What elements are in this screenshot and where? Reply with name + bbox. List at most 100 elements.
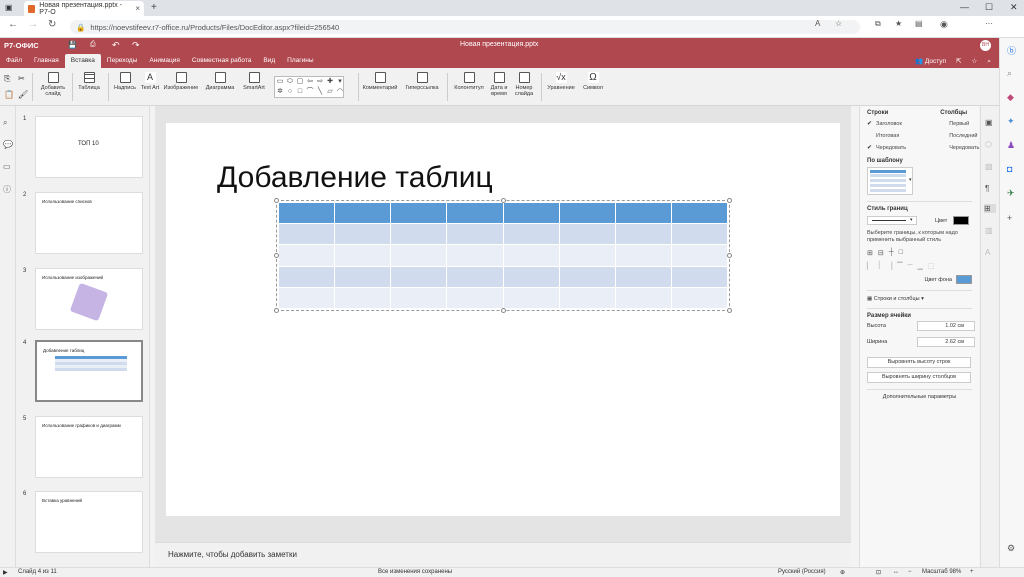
add-icon[interactable]: + — [1007, 213, 1012, 223]
equation-button[interactable]: √x Уравнение — [544, 72, 578, 91]
zoom-out-icon[interactable]: − — [908, 569, 912, 575]
comment-button[interactable]: Комментарий — [360, 72, 400, 91]
resize-handle[interactable] — [727, 198, 732, 203]
tab-actions-icon[interactable]: ▣ — [5, 3, 13, 12]
text-art-button[interactable]: A Text Art — [140, 72, 160, 91]
outlook-icon[interactable]: ◘ — [1007, 164, 1012, 174]
curve-shape-icon[interactable]: ⌒ — [305, 87, 315, 97]
all-borders-icon[interactable]: ⊞ — [867, 249, 873, 257]
minimize-icon[interactable]: — — [960, 2, 969, 12]
shape-settings-icon[interactable]: ⬡ — [985, 140, 992, 149]
rows-columns-dropdown[interactable]: ▦ Строки и столбцы ▾ — [867, 296, 972, 302]
reload-icon[interactable]: ↻ — [48, 19, 56, 30]
square-shape-icon[interactable]: □ — [295, 87, 305, 97]
save-icon[interactable]: 💾 — [68, 41, 77, 49]
rectangle-shape-icon[interactable]: ▭ — [275, 77, 285, 87]
avatar[interactable]: ВН — [980, 40, 991, 51]
resize-handle[interactable] — [727, 253, 732, 258]
gear-shape-icon[interactable]: ✲ — [275, 87, 285, 97]
right-border-icon[interactable]: ▕ — [887, 262, 892, 270]
resize-handle[interactable] — [501, 308, 506, 313]
menu-transitions[interactable]: Переходы — [101, 54, 144, 68]
read-aloud-icon[interactable]: A — [815, 19, 820, 28]
distribute-rows-button[interactable]: Выровнять высоту строк — [867, 357, 971, 368]
more-menu-icon[interactable]: ⋯ — [985, 19, 993, 28]
new-tab-button[interactable]: + — [151, 2, 157, 13]
table-settings-icon[interactable]: ⊞ — [984, 204, 996, 213]
tools-icon[interactable]: ✦ — [1007, 116, 1015, 127]
callout-shape-icon[interactable]: ▱ — [325, 87, 335, 97]
border-color-swatch[interactable] — [953, 216, 970, 225]
rounded-rect-shape-icon[interactable]: ▢ — [295, 77, 305, 87]
table-template-picker[interactable]: ▾ — [867, 167, 913, 195]
line-shape-icon[interactable]: ╲ — [315, 87, 325, 97]
arrow-right-shape-icon[interactable]: ⇨ — [315, 77, 325, 87]
resize-handle[interactable] — [274, 198, 279, 203]
print-icon[interactable]: ⎙ — [90, 41, 96, 49]
play-slideshow-icon[interactable]: ▶ — [3, 569, 8, 576]
close-tab-icon[interactable]: × — [135, 4, 140, 13]
caption-button[interactable]: Надпись — [112, 72, 138, 91]
undo-icon[interactable]: ↶ — [112, 40, 120, 51]
cell-width-input[interactable]: 2.62 см — [917, 337, 975, 347]
menu-plugins[interactable]: Плагины — [281, 54, 319, 68]
maximize-icon[interactable]: ☐ — [985, 2, 993, 13]
slide-thumbnail-3[interactable]: Использование изображений — [35, 268, 143, 330]
format-painter-icon[interactable]: 🖌 — [18, 90, 28, 99]
browser-tab[interactable]: Новая презентация.pptx - Р7-О × — [24, 1, 144, 16]
checkbox-first-column[interactable]: Первый — [940, 119, 979, 128]
resize-handle[interactable] — [274, 253, 279, 258]
left-border-icon[interactable]: ▏ — [867, 262, 872, 270]
checkbox-banded-rows[interactable]: ✔ Чередовать — [867, 143, 906, 152]
paragraph-settings-icon[interactable]: ¶ — [985, 184, 989, 193]
middle-horizontal-border-icon[interactable]: ─ — [908, 262, 913, 270]
slide-thumbnail-6[interactable]: Вставка уравнений — [35, 491, 143, 553]
games-icon[interactable]: ♟ — [1007, 140, 1015, 151]
copilot-icon[interactable]: ⓑ — [1007, 44, 1016, 57]
drop-icon[interactable]: ✈ — [1007, 188, 1015, 199]
info-icon[interactable]: ⓘ — [3, 184, 11, 195]
url-field[interactable]: 🔒 https://noevstifeev.r7-office.ru/Produ… — [70, 20, 860, 34]
fit-width-icon[interactable]: ↔ — [893, 569, 899, 575]
menu-view[interactable]: Вид — [257, 54, 281, 68]
open-location-icon[interactable]: ⇱ — [956, 55, 961, 68]
add-slide-button[interactable]: Добавить слайд — [36, 72, 70, 97]
arc-shape-icon[interactable]: ◠ — [335, 87, 345, 97]
chat-icon[interactable]: ▭ — [3, 162, 11, 171]
redo-icon[interactable]: ↷ — [132, 40, 140, 51]
cross-shape-icon[interactable]: ✚ — [325, 77, 335, 87]
circle-shape-icon[interactable]: ○ — [285, 87, 295, 97]
bg-color-swatch[interactable] — [956, 275, 972, 284]
resize-handle[interactable] — [274, 308, 279, 313]
center-vertical-border-icon[interactable]: │ — [877, 262, 881, 270]
favorites-icon[interactable]: ★ — [895, 19, 902, 28]
collections-icon[interactable]: ▤ — [915, 19, 923, 28]
hyperlink-button[interactable]: Гиперссылка — [402, 72, 442, 91]
smartart-button[interactable]: SmartArt — [239, 72, 269, 91]
header-footer-button[interactable]: Колонтитул — [451, 72, 487, 91]
image-settings-icon[interactable]: ▨ — [985, 162, 993, 171]
menu-animation[interactable]: Анимация — [143, 54, 186, 68]
symbol-button[interactable]: Ω Символ — [580, 72, 606, 91]
arrow-left-shape-icon[interactable]: ⇦ — [305, 77, 315, 87]
forward-icon[interactable]: → — [28, 19, 38, 30]
checkbox-header-row[interactable]: ✔ Заголовок — [867, 119, 906, 128]
ellipse-shape-icon[interactable]: ⬭ — [285, 77, 295, 87]
settings-icon[interactable]: ⚙ — [1007, 543, 1015, 554]
cut-icon[interactable]: ✂ — [18, 74, 25, 83]
menu-insert[interactable]: Вставка — [64, 54, 101, 68]
resize-handle[interactable] — [501, 198, 506, 203]
checkbox-total-row[interactable]: Итоговая — [867, 131, 906, 140]
close-window-icon[interactable]: ✕ — [1010, 2, 1018, 13]
search-icon[interactable]: ⌕ — [3, 118, 7, 128]
top-border-icon[interactable]: ▔ — [897, 262, 902, 270]
checkbox-banded-columns[interactable]: Чередовать — [940, 143, 979, 152]
datetime-button[interactable]: Дата и время — [488, 72, 510, 97]
slide-thumbnail-5[interactable]: Использование графиков и диаграмм — [35, 416, 143, 478]
search-icon[interactable]: ⌕ — [1007, 68, 1012, 79]
language-selector[interactable]: Русский (Россия) — [778, 569, 826, 575]
chart-button[interactable]: Диаграмма — [203, 72, 237, 91]
more-shapes-icon[interactable]: ▾ — [335, 77, 345, 87]
search-icon[interactable]: ⌕ — [987, 55, 991, 68]
slide-thumbnail-1[interactable]: ТОП 10 — [35, 116, 143, 178]
